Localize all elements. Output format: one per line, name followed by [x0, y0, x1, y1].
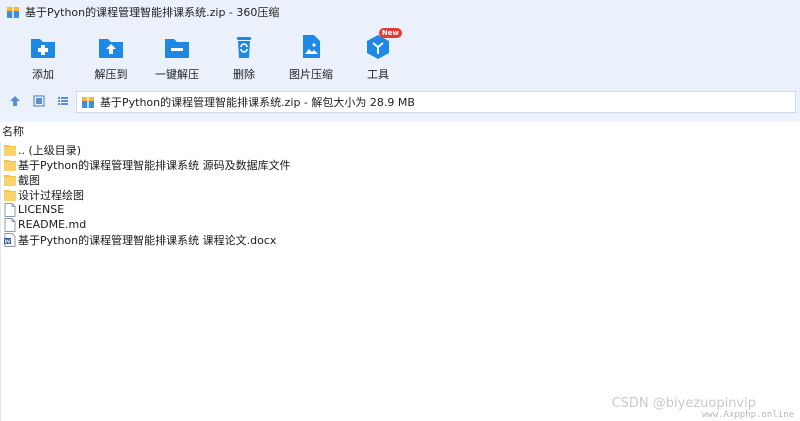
folder-icon [4, 158, 16, 172]
delete-label: 删除 [233, 68, 255, 81]
word-document-icon [4, 232, 16, 247]
tools-label: 工具 [367, 68, 389, 81]
one-click-extract-button[interactable]: 一键解压 [142, 30, 212, 86]
list-item-design-folder[interactable]: 设计过程绘图 [0, 187, 800, 202]
header-separator [0, 114, 800, 122]
up-level-button[interactable] [6, 92, 24, 110]
arrow-up-icon [10, 96, 20, 106]
list-item-name: .. (上级目录) [18, 143, 82, 157]
address-path: 基于Python的课程管理智能排课系统.zip - 解包大小为 28.9 MB [100, 96, 415, 109]
new-badge: New [378, 28, 402, 38]
list-view-icon [58, 97, 68, 105]
tools-button[interactable]: New 工具 [343, 28, 413, 86]
list-item-name: 设计过程绘图 [18, 188, 84, 202]
list-item-license[interactable]: LICENSE [0, 202, 800, 217]
list-item-name: 截图 [18, 173, 40, 187]
delete-icon [230, 34, 258, 60]
folder-icon [4, 188, 16, 202]
watermark-site: www.Axpphp.online [701, 410, 794, 420]
list-item-name: 基于Python的课程管理智能排课系统 课程论文.docx [18, 233, 277, 247]
column-header-name[interactable]: 名称 [0, 122, 800, 140]
address-field[interactable]: 基于Python的课程管理智能排课系统.zip - 解包大小为 28.9 MB [76, 91, 796, 113]
toolbar: 添加 解压到 一键解压 删除 图片压缩 New 工具 [0, 24, 800, 88]
window-title: 基于Python的课程管理智能排课系统.zip - 360压缩 [25, 6, 280, 19]
file-icon [4, 217, 16, 232]
list-item-parent-dir[interactable]: .. (上级目录) [0, 142, 800, 157]
image-compress-button[interactable]: 图片压缩 [276, 30, 346, 86]
zip-archive-icon [6, 5, 20, 19]
add-label: 添加 [32, 68, 54, 81]
image-compress-icon [297, 34, 325, 60]
add-button[interactable]: 添加 [8, 30, 78, 86]
list-item-name: 基于Python的课程管理智能排课系统 源码及数据库文件 [18, 158, 291, 172]
extract-to-button[interactable]: 解压到 [76, 30, 146, 86]
extract-to-icon [97, 34, 125, 60]
grid-view-icon [33, 95, 45, 107]
folder-icon [4, 173, 16, 187]
watermark-text: CSDN @biyezuopinvip [611, 396, 756, 411]
zip-archive-icon [81, 95, 95, 109]
address-bar: 基于Python的课程管理智能排课系统.zip - 解包大小为 28.9 MB [0, 88, 800, 114]
folder-icon [4, 143, 16, 157]
one-click-extract-icon [163, 34, 191, 60]
title-bar: 基于Python的课程管理智能排课系统.zip - 360压缩 [0, 0, 800, 24]
thumbnail-view-button[interactable] [30, 92, 48, 110]
image-compress-label: 图片压缩 [289, 68, 333, 81]
list-item-name: README.md [18, 218, 87, 231]
list-item-name: LICENSE [18, 203, 65, 216]
one-click-extract-label: 一键解压 [155, 68, 199, 81]
list-view-button[interactable] [54, 92, 72, 110]
delete-button[interactable]: 删除 [209, 30, 279, 86]
list-item-source-folder[interactable]: 基于Python的课程管理智能排课系统 源码及数据库文件 [0, 157, 800, 172]
tools-icon: New [364, 28, 402, 60]
file-list: .. (上级目录) 基于Python的课程管理智能排课系统 源码及数据库文件 截… [0, 142, 800, 247]
add-icon [29, 34, 57, 60]
extract-to-label: 解压到 [94, 68, 128, 81]
column-header-label: 名称 [2, 125, 24, 138]
file-icon [4, 202, 16, 217]
list-item-screenshots-folder[interactable]: 截图 [0, 172, 800, 187]
list-item-readme[interactable]: README.md [0, 217, 800, 232]
list-item-docx[interactable]: 基于Python的课程管理智能排课系统 课程论文.docx [0, 232, 800, 247]
